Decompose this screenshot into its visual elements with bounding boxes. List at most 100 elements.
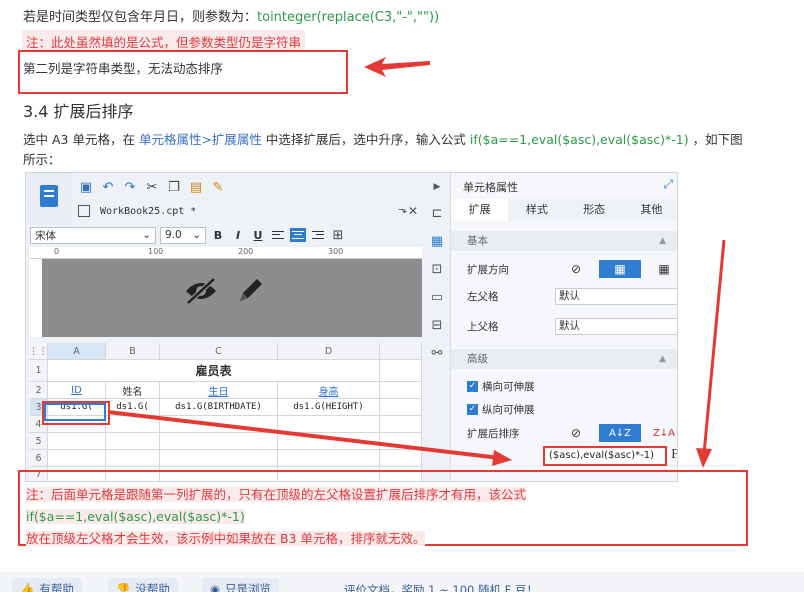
eye-icon: ◉ <box>210 582 221 592</box>
close-tab-icon[interactable]: ✕ <box>408 204 418 218</box>
browsed-only-button[interactable]: ◉ 只是浏览 <box>202 578 280 592</box>
horizontal-expandable-checkbox[interactable]: ✓ 横向可伸展 <box>467 379 535 394</box>
line1-code: tointeger(replace(C3,"-","")) <box>257 10 440 25</box>
redo-icon[interactable]: ↷ <box>122 179 138 195</box>
border-icon[interactable]: ⊞ <box>330 227 346 243</box>
vertical-expandable-checkbox[interactable]: ✓ 纵向可伸展 <box>467 402 535 417</box>
condition-icon[interactable]: ▭ <box>429 289 445 305</box>
grid-cell[interactable] <box>48 433 106 450</box>
grid-cell[interactable] <box>380 360 422 382</box>
grid-cell[interactable] <box>106 433 160 450</box>
paste-icon[interactable]: ▤ <box>188 179 204 195</box>
cell-c3[interactable]: ds1.G(BIRTHDATE) <box>160 399 278 416</box>
bold-button[interactable]: B <box>210 229 226 242</box>
row-header[interactable]: 2 <box>30 382 48 399</box>
descending-sort-button[interactable]: Z↓A <box>643 424 677 442</box>
row-header[interactable]: 1 <box>30 360 48 382</box>
not-helpful-button[interactable]: 👎 没帮助 <box>108 578 178 592</box>
cell-properties-icon[interactable]: ▦ <box>429 233 445 249</box>
font-size-select[interactable]: 9.0 ⌄ <box>160 226 206 244</box>
report-header-area <box>30 259 422 337</box>
grid-cell[interactable] <box>160 433 278 450</box>
section-advanced[interactable]: 高级 ▲ <box>451 349 677 369</box>
column-header[interactable]: A <box>48 343 106 360</box>
tab-style[interactable]: 样式 <box>508 199 566 221</box>
align-left-icon[interactable] <box>270 228 286 242</box>
note-2: 注：后面单元格是跟随第一列扩展的，只有在顶级的左父格设置扩展后排序才有用，该公式… <box>26 484 740 550</box>
undo-icon[interactable]: ↶ <box>100 179 116 195</box>
workbook-tab[interactable]: WorkBook25.cpt * ✕ <box>78 201 418 221</box>
align-right-icon[interactable] <box>310 228 326 242</box>
sort-formula-field[interactable]: ($asc),eval($asc)*-1) <box>543 446 667 466</box>
grid-cell[interactable] <box>380 382 422 399</box>
header-cell-birthday[interactable]: 生日 <box>160 382 278 399</box>
grid-corner[interactable]: ⋮⋮ <box>30 343 48 360</box>
collapse-icon[interactable]: ▶ <box>429 179 445 195</box>
link-icon[interactable]: ⚯ <box>429 345 445 361</box>
formula-editor-button[interactable]: Fx <box>671 447 677 461</box>
article-paragraph: 选中 A3 单元格，在 单元格属性>扩展属性 中选择扩展后，选中升序，输入公式 … <box>23 130 743 170</box>
feedback-bar: 👍 有帮助 👎 没帮助 ◉ 只是浏览 评价文档，奖励 1 ~ 100 随机 F 豆！ <box>0 572 804 592</box>
grid-cell[interactable] <box>106 450 160 467</box>
cell-b3[interactable]: ds1.G( <box>106 399 160 416</box>
tab-other[interactable]: 其他 <box>622 199 677 221</box>
panel-pin-icon[interactable]: ⤢ <box>663 177 673 192</box>
note2-text-b: 放在顶级左父格才会生效，该示例中如果放在 B3 单元格，排序就无效。 <box>26 531 426 546</box>
top-parent-select[interactable]: 默认⌄ <box>555 318 677 335</box>
column-header[interactable]: D <box>278 343 380 360</box>
checkbox-checked-icon: ✓ <box>467 404 478 415</box>
data-icon[interactable]: ⊟ <box>429 317 445 333</box>
no-sort-button[interactable]: ⊘ <box>555 424 597 442</box>
workbook-tab-label: WorkBook25.cpt * <box>100 205 197 217</box>
template-icon[interactable]: ⊏ <box>429 205 445 221</box>
section-advanced-label: 高级 <box>467 353 488 365</box>
row-header[interactable]: 6 <box>30 450 48 467</box>
align-center-icon[interactable] <box>290 228 306 242</box>
grid-cell[interactable] <box>380 450 422 467</box>
column-header[interactable]: B <box>106 343 160 360</box>
header-cell-name[interactable]: 姓名 <box>106 382 160 399</box>
grid-cell[interactable] <box>380 399 422 416</box>
header-cell-label: ID <box>71 384 82 396</box>
font-size-value: 9.0 <box>165 229 182 241</box>
underline-button[interactable]: U <box>250 229 266 242</box>
tab-expand[interactable]: 扩展 <box>451 199 509 221</box>
workbook-icon <box>78 205 90 217</box>
header-cell-id[interactable]: ID <box>48 382 106 399</box>
tab-shape[interactable]: 形态 <box>565 199 623 221</box>
column-header-empty[interactable] <box>380 343 422 360</box>
header-cell-height[interactable]: 身高 <box>278 382 380 399</box>
grid-cell[interactable] <box>278 433 380 450</box>
left-parent-select[interactable]: 默认⌄ <box>555 288 677 305</box>
column-header[interactable]: C <box>160 343 278 360</box>
row-header[interactable]: 5 <box>30 433 48 450</box>
grid-cell[interactable] <box>48 450 106 467</box>
grid-cell[interactable] <box>278 450 380 467</box>
helpful-button[interactable]: 👍 有帮助 <box>12 578 82 592</box>
grid-cell[interactable] <box>160 416 278 433</box>
widget-icon[interactable]: ⊡ <box>429 261 445 277</box>
cell-properties-link[interactable]: 单元格属性>扩展属性 <box>139 132 262 147</box>
tab-menu-icon[interactable]: ⬎ <box>398 203 407 216</box>
copy-icon[interactable]: ❐ <box>166 179 182 195</box>
grid-cell[interactable] <box>106 416 160 433</box>
vertical-expand-button[interactable]: ▦ <box>599 260 641 278</box>
italic-button[interactable]: I <box>230 229 246 242</box>
no-expand-button[interactable]: ⊘ <box>555 260 597 278</box>
annotation-arrow-1 <box>364 57 430 77</box>
grid-cell[interactable] <box>380 433 422 450</box>
font-family-select[interactable]: 宋体 ⌄ <box>30 226 156 244</box>
thumbs-down-icon: 👎 <box>116 582 131 592</box>
grid-cell[interactable] <box>380 416 422 433</box>
left-parent-label: 左父格 <box>467 291 499 303</box>
title-cell[interactable]: 雇员表 <box>48 360 380 382</box>
grid-cell[interactable] <box>278 416 380 433</box>
save-icon[interactable]: ▣ <box>78 179 94 195</box>
ascending-sort-button[interactable]: A↓Z <box>599 424 641 442</box>
section-basic[interactable]: 基本 ▲ <box>451 231 677 251</box>
cut-icon[interactable]: ✂ <box>144 179 160 195</box>
horizontal-expand-button[interactable]: ▦ <box>643 260 677 278</box>
grid-cell[interactable] <box>160 450 278 467</box>
format-painter-icon[interactable]: ✎ <box>210 179 226 195</box>
cell-d3[interactable]: ds1.G(HEIGHT) <box>278 399 380 416</box>
